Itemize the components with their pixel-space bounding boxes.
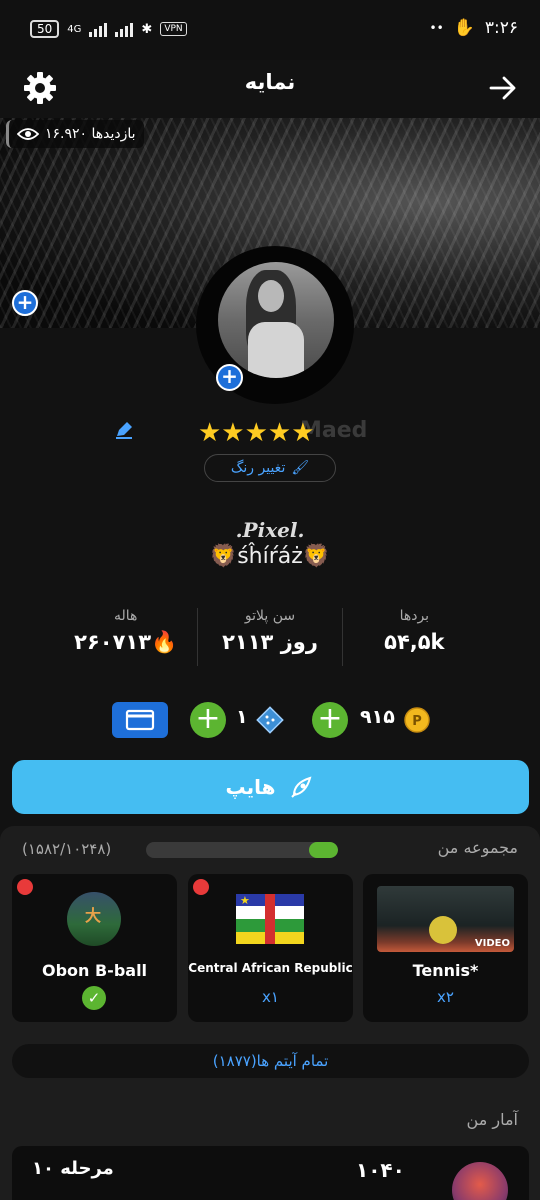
check-icon: ✓: [82, 986, 106, 1010]
collection-count: (۱۵۸۲/۱۰۲۴۸): [22, 840, 112, 858]
signal-icon-2: [115, 21, 134, 37]
bluetooth-icon: ✱: [141, 21, 153, 37]
obon-ball-icon: 大: [67, 892, 121, 946]
collection-card-tennis[interactable]: VIDEO Tennis* x۲: [363, 874, 528, 1022]
stat-value: ۵۴,۵k: [384, 630, 445, 654]
status-bar: 50 4G ✱ VPN •• ✋ ۳:۲۶: [0, 0, 540, 60]
app-notification-icon: ✋: [453, 18, 475, 38]
hype-button[interactable]: هایپ: [12, 760, 529, 814]
coins-count: ۹۱۵: [360, 706, 395, 728]
views-count: ۱۶.۹۲۰ بازدیدها: [45, 126, 136, 142]
change-color-button[interactable]: تغییر رنگ 🖌: [204, 454, 336, 482]
collection-title: مجموعه من: [437, 838, 518, 857]
avatar[interactable]: [218, 262, 334, 378]
stat-aura: هاله ۲۶۰۷۱۳🔥: [54, 608, 197, 666]
wallet-button[interactable]: [112, 702, 168, 738]
aura-value: ۲۶۰۷۱۳: [74, 630, 152, 654]
paint-brush-icon: 🖌: [291, 460, 310, 476]
collection-progress-fill: [309, 842, 338, 858]
add-cover-button[interactable]: +: [12, 290, 38, 316]
card-title: Central African Republic: [188, 961, 353, 975]
page-title: نمایه: [244, 70, 296, 94]
profile-tagline: .Pixel.: [235, 518, 305, 542]
video-badge: VIDEO: [474, 938, 510, 949]
car-flag-icon: ★: [236, 894, 304, 944]
my-stats-card: مرحله ۱۰ ۱۰۴۰: [12, 1146, 529, 1200]
wallet-icon: [125, 709, 155, 731]
top-bar: نمایه: [0, 60, 540, 118]
status-right: •• ✋ ۳:۲۶: [430, 18, 518, 38]
stat-value: ۲۶۰۷۱۳🔥: [54, 630, 197, 655]
stat-age: سن پلاتو ۲۱۱۳ روز: [197, 608, 341, 666]
card-count: x۱: [262, 988, 279, 1006]
card-title: Tennis*: [412, 961, 479, 980]
hype-label: هایپ: [225, 775, 276, 799]
profile-username: 🦁śĥíŕáż🦁: [209, 544, 331, 569]
my-stats-title: آمار من: [466, 1110, 518, 1129]
currency-row: + ۱ + ۹۱۵ P: [0, 702, 540, 738]
change-color-label: تغییر رنگ: [230, 460, 286, 476]
stat-label: سن پلاتو: [244, 608, 296, 624]
tennis-thumbnail: VIDEO: [377, 886, 514, 952]
stat-label: بردها: [399, 608, 430, 624]
coin-icon: P: [404, 707, 430, 737]
add-coins-button[interactable]: +: [312, 702, 348, 738]
collection-progress: [146, 842, 338, 858]
collection-card-obon[interactable]: 大 Obon B-ball ✓: [12, 874, 177, 1022]
name-row: Maed ★★★★★: [0, 414, 540, 450]
views-badge: ۱۶.۹۲۰ بازدیدها: [6, 120, 144, 148]
battery-indicator: 50: [30, 20, 60, 38]
flame-icon: 🔥: [151, 630, 178, 654]
stat-value: ۲۱۱۳ روز: [222, 630, 318, 654]
status-left: 50 4G ✱ VPN: [30, 20, 187, 38]
stats-value: ۱۰۴۰: [356, 1158, 405, 1182]
add-avatar-button[interactable]: +: [216, 364, 243, 391]
back-arrow-icon[interactable]: [488, 68, 518, 112]
eye-icon: [17, 128, 39, 140]
gem-icon: [256, 706, 284, 738]
stat-wins: بردها ۵۴,۵k: [341, 608, 486, 666]
card-count: x۲: [437, 988, 454, 1006]
rocket-icon: [290, 776, 311, 798]
profile-stats: بردها ۵۴,۵k سن پلاتو ۲۱۱۳ روز هاله ۲۶۰۷۱…: [54, 608, 486, 666]
stage-label: مرحله ۱۰: [32, 1158, 114, 1179]
stat-label: هاله: [113, 608, 138, 624]
pencil-icon[interactable]: [114, 420, 134, 444]
stats-ball-icon: [452, 1162, 508, 1200]
vpn-badge: VPN: [160, 22, 187, 36]
collection-card-car[interactable]: ★ Central African Republic x۱: [188, 874, 353, 1022]
signal-icon: [89, 21, 108, 37]
clock: ۳:۲۶: [484, 18, 518, 38]
network-type: 4G: [67, 23, 82, 35]
gems-count: ۱: [236, 706, 248, 728]
all-items-button[interactable]: تمام آیتم ها(۱۸۷۷): [12, 1044, 529, 1078]
new-indicator: [17, 879, 33, 895]
notification-dots: ••: [429, 21, 444, 35]
card-title: Obon B-ball: [41, 961, 148, 980]
rating-stars: ★★★★★: [198, 418, 315, 448]
svg-text:P: P: [412, 714, 422, 729]
new-indicator: [193, 879, 209, 895]
add-gems-button[interactable]: +: [190, 702, 226, 738]
